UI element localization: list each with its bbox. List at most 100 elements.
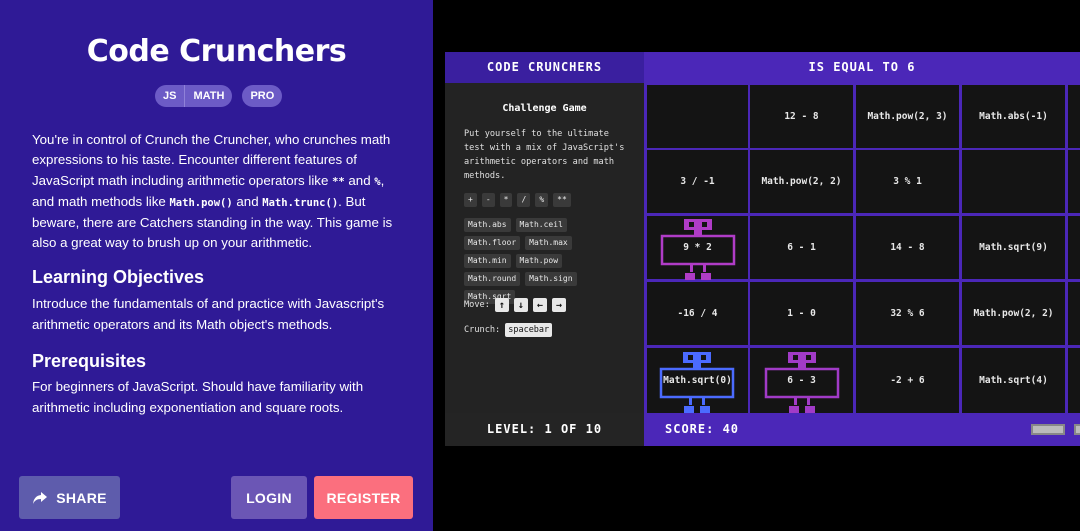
login-button[interactable]: LOGIN xyxy=(231,476,307,519)
board-cell: 3 / -1 xyxy=(647,150,748,213)
course-title: Code Crunchers xyxy=(86,34,347,69)
board-cell: 14 - 8 xyxy=(856,216,959,279)
cell-expression: 32 % 6 xyxy=(890,308,925,319)
board-cell xyxy=(1068,348,1080,413)
game-sidebar: Challenge Game Put yourself to the ultim… xyxy=(445,83,644,413)
method-chip: Math.min xyxy=(464,254,511,268)
cell-expression: Math.pow(2, 2) xyxy=(761,176,842,187)
board-cell: Math.pow(2, 2) xyxy=(750,150,853,213)
spacebar-key: spacebar xyxy=(505,323,553,337)
desc-text: and xyxy=(344,172,375,188)
course-info-panel: Code Crunchers JS MATH PRO You're in con… xyxy=(0,0,433,531)
board-cell: Math.sqrt(4) xyxy=(962,348,1065,413)
share-label: SHARE xyxy=(56,489,107,506)
cell-expression: 6 - 3 xyxy=(787,375,816,386)
method-chip: Math.abs xyxy=(464,218,511,232)
board-cell: 12 - 8 xyxy=(750,85,853,148)
desc-code: ** xyxy=(332,175,345,188)
method-chip: Math.ceil xyxy=(515,218,567,232)
board-cell: Math.abs(-1) xyxy=(962,85,1065,148)
operator-chip: * xyxy=(499,193,513,207)
score-label: SCORE: 40 xyxy=(665,422,740,436)
prereq-heading: Prerequisites xyxy=(32,351,147,371)
game-board[interactable]: 12 - 8 Math.pow(2, 3) Math.abs(-1) 3 / -1 Ma… xyxy=(644,83,1080,413)
board-cell: 32 % 6 xyxy=(856,282,959,345)
desc-code: Math.pow() xyxy=(169,196,233,209)
crunch-label: Crunch: xyxy=(464,325,501,335)
board-cell xyxy=(1068,85,1080,148)
board-cell: 3 % 1 xyxy=(856,150,959,213)
method-chip: Math.round xyxy=(464,272,521,286)
cell-expression: 1 - 0 xyxy=(787,308,816,319)
cell-expression: Math.abs(-1) xyxy=(979,111,1048,122)
method-chip: Math.floor xyxy=(464,236,521,250)
cell-expression: -2 + 6 xyxy=(890,375,925,386)
arrow-right-icon: → xyxy=(551,298,566,312)
board-cell xyxy=(647,85,748,148)
life-icon xyxy=(1074,424,1080,435)
operator-chip: ** xyxy=(553,193,571,207)
cell-expression: Math.sqrt(9) xyxy=(979,242,1048,253)
cell-expression: 6 - 1 xyxy=(787,242,816,253)
register-button[interactable]: REGISTER xyxy=(314,476,413,519)
method-list: Math.abs Math.ceil Math.floor Math.max M… xyxy=(464,218,589,304)
desc-code: Math.trunc() xyxy=(262,196,339,209)
board-cell: Math.pow(2, 2) xyxy=(962,282,1065,345)
cell-expression: Math.sqrt(0) xyxy=(663,375,732,386)
tag-pro[interactable]: PRO xyxy=(242,90,282,102)
board-cell: 6 - 1 xyxy=(750,216,853,279)
game-title: CODE CRUNCHERS xyxy=(445,52,644,83)
challenge-description: Put yourself to the ultimate test with a… xyxy=(464,129,625,181)
move-label: Move: xyxy=(464,300,490,310)
cell-expression: -16 / 4 xyxy=(677,308,718,319)
cell-expression: 9 * 2 xyxy=(683,242,712,253)
tag-math[interactable]: MATH xyxy=(184,85,232,107)
objectives-heading: Learning Objectives xyxy=(32,267,205,287)
arrow-up-icon: ↑ xyxy=(494,298,509,312)
operator-chip: / xyxy=(517,193,531,207)
board-cell: -16 / 4 xyxy=(647,282,748,345)
objectives-text: Introduce the fundamentals of and practi… xyxy=(32,296,385,332)
method-chip: Math.max xyxy=(525,236,572,250)
course-description: You're in control of Crunch the Cruncher… xyxy=(32,130,404,254)
board-cell: 1 - 0 xyxy=(750,282,853,345)
cell-expression: Math.pow(2, 3) xyxy=(867,111,948,122)
level-indicator: LEVEL: 1 OF 10 xyxy=(445,413,644,446)
method-chip: Math.sign xyxy=(525,272,577,286)
operator-list: + - * / % ** xyxy=(464,193,584,207)
board-cell xyxy=(1068,282,1080,345)
cell-expression: 3 % 1 xyxy=(893,176,922,187)
prereq-text: For beginners of JavaScript. Should have… xyxy=(32,379,364,415)
move-controls: Move: ↑ ↓ ← → xyxy=(464,298,566,312)
arrow-left-icon: ← xyxy=(532,298,547,312)
board-cell xyxy=(1068,216,1080,279)
game-target: IS EQUAL TO 6 xyxy=(644,52,1080,83)
cell-expression: 3 / -1 xyxy=(680,176,715,187)
share-button[interactable]: SHARE xyxy=(19,476,120,519)
cell-expression: 12 - 8 xyxy=(784,111,819,122)
crunch-controls: Crunch: spacebar xyxy=(464,323,553,337)
desc-text: and xyxy=(232,193,263,209)
board-cell: -2 + 6 xyxy=(856,348,959,413)
tag-group: JS MATH xyxy=(155,85,233,107)
operator-chip: % xyxy=(535,193,549,207)
board-cell xyxy=(1068,150,1080,213)
tag-js[interactable]: JS xyxy=(155,85,184,107)
board-cell xyxy=(962,150,1065,213)
score-indicator: SCORE: 40 xyxy=(644,413,1080,446)
board-cell: Math.sqrt(9) xyxy=(962,216,1065,279)
arrow-down-icon: ↓ xyxy=(513,298,528,312)
operator-chip: - xyxy=(481,193,495,207)
game-preview[interactable]: CODE CRUNCHERS IS EQUAL TO 6 Challenge G… xyxy=(445,52,1080,446)
life-icon xyxy=(1031,424,1065,435)
board-cell: Math.pow(2, 3) xyxy=(856,85,959,148)
course-tags: JS MATH PRO xyxy=(155,85,283,107)
tag-pro-wrap: PRO xyxy=(242,85,283,107)
cell-expression: Math.pow(2, 2) xyxy=(973,308,1054,319)
cell-expression: 14 - 8 xyxy=(890,242,925,253)
challenge-title: Challenge Game xyxy=(502,103,587,114)
cell-expression: Math.sqrt(4) xyxy=(979,375,1048,386)
operator-chip: + xyxy=(464,193,477,207)
share-icon xyxy=(33,491,48,504)
method-chip: Math.pow xyxy=(515,254,563,268)
